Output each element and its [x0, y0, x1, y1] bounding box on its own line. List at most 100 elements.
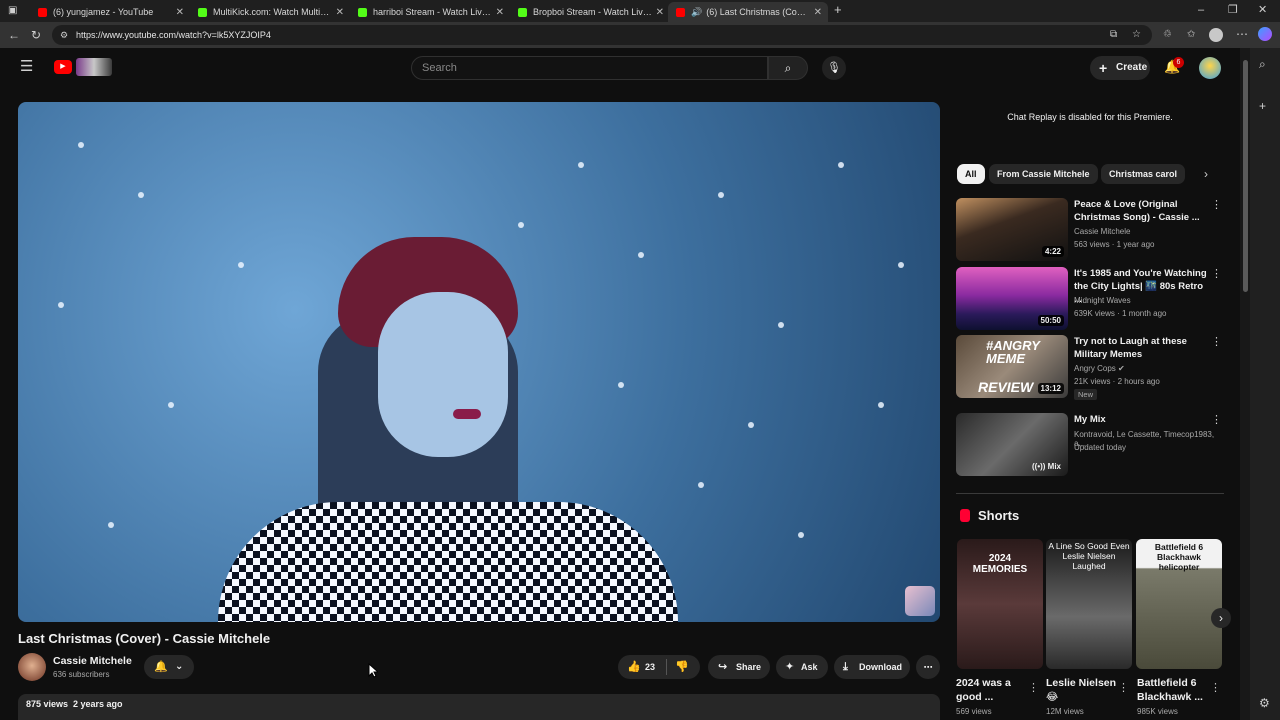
- shorts-next-arrow-icon[interactable]: ›: [1211, 608, 1231, 628]
- more-dots-icon: ⋯: [923, 662, 933, 672]
- chevron-right-icon[interactable]: ›: [1204, 168, 1208, 180]
- short-thumbnail[interactable]: A Line So Good Even Leslie Nielsen Laugh…: [1046, 539, 1132, 669]
- short-title[interactable]: 2024 was a good ...: [956, 676, 1032, 704]
- recommendation-title[interactable]: Try not to Laugh at these Military Memes: [1074, 335, 1212, 361]
- search-icon: ⌕: [784, 61, 792, 75]
- close-tab-icon[interactable]: ✕: [656, 7, 664, 18]
- more-options-icon[interactable]: ⋮: [1211, 413, 1222, 426]
- hamburger-menu-icon[interactable]: ☰: [20, 59, 33, 74]
- short-overlay-text: Battlefield 6 Blackhawk helicopter: [1154, 542, 1204, 572]
- recommendation-channel[interactable]: Midnight Waves: [1074, 296, 1131, 305]
- video-thumbnail[interactable]: 4:22: [956, 198, 1068, 261]
- browser-tab[interactable]: (6) yungjamez - YouTube ✕: [30, 2, 190, 22]
- youtube-logo-icon[interactable]: ▶: [54, 60, 72, 74]
- close-tab-icon[interactable]: ✕: [496, 7, 504, 18]
- recommendation-title[interactable]: Peace & Love (Original Christmas Song) -…: [1074, 198, 1212, 224]
- bookmark-star-icon[interactable]: ☆: [1132, 29, 1141, 41]
- channel-name[interactable]: Cassie Mitchele: [53, 655, 132, 667]
- chip-all[interactable]: All: [957, 164, 985, 184]
- short-thumbnail[interactable]: 2024 MEMORIES: [957, 539, 1043, 669]
- youtube-doodle-logo[interactable]: [76, 58, 112, 76]
- ask-button[interactable]: ✦ Ask: [776, 655, 828, 679]
- back-icon[interactable]: ←: [8, 29, 20, 41]
- short-overlay-text: 2024 MEMORIES: [972, 553, 1028, 575]
- bokeh-light: [108, 522, 114, 528]
- sidebar-add-icon[interactable]: +: [1259, 100, 1266, 112]
- recommendation-item[interactable]: 4:22 Peace & Love (Original Christmas So…: [956, 198, 1226, 262]
- recommendation-item[interactable]: #ANGRY MEME REVIEW 13:12 Try not to Laug…: [956, 335, 1226, 400]
- address-bar[interactable]: ⚙ https://www.youtube.com/watch?v=lk5XYZ…: [52, 25, 1152, 45]
- description-box[interactable]: 875 views 2 years ago: [18, 694, 940, 720]
- video-thumbnail[interactable]: 50:50: [956, 267, 1068, 330]
- browser-tab[interactable]: MultiKick.com: Watch Multiple St ✕: [190, 2, 350, 22]
- download-button[interactable]: ⤓ Download: [834, 655, 910, 679]
- site-info-icon[interactable]: ⚙: [60, 29, 68, 41]
- extensions-icon[interactable]: ♲: [1163, 29, 1172, 41]
- bell-icon: 🔔: [154, 661, 168, 673]
- browser-tab[interactable]: harriboi Stream - Watch Live on K ✕: [350, 2, 510, 22]
- search-placeholder: Search: [422, 62, 457, 74]
- more-menu-icon[interactable]: ⋯: [1236, 28, 1248, 40]
- mix-thumbnail[interactable]: ((•)) Mix: [956, 413, 1068, 476]
- youtube-header: ☰ ▶ Search ⌕ 🎙 + Create 🔔 6: [0, 48, 1240, 88]
- browser-tab-active[interactable]: 🔊 (6) Last Christmas (Cover) - C ✕: [668, 2, 828, 22]
- recommendation-channel[interactable]: Cassie Mitchele: [1074, 227, 1130, 236]
- scrollbar-thumb[interactable]: [1243, 60, 1248, 292]
- bokeh-light: [58, 302, 64, 308]
- video-thumbnail[interactable]: #ANGRY MEME REVIEW 13:12: [956, 335, 1068, 398]
- kick-favicon-icon: [198, 7, 207, 17]
- browser-tab[interactable]: Bropboi Stream - Watch Live on K ✕: [510, 2, 670, 22]
- reload-icon[interactable]: ↻: [31, 29, 41, 41]
- search-button[interactable]: ⌕: [768, 56, 808, 80]
- profile-avatar[interactable]: [1209, 28, 1223, 42]
- like-count[interactable]: 23: [645, 655, 655, 679]
- tab-search-icon[interactable]: ▣: [8, 5, 17, 17]
- account-avatar[interactable]: [1199, 57, 1221, 79]
- recommendation-item[interactable]: 50:50 It's 1985 and You're Watching the …: [956, 267, 1226, 331]
- search-input[interactable]: Search: [411, 56, 768, 80]
- short-overlay-text: A Line So Good Even Leslie Nielsen Laugh…: [1048, 541, 1130, 571]
- close-tab-icon[interactable]: ✕: [814, 7, 822, 18]
- chip-christmas-carol[interactable]: Christmas carol: [1101, 164, 1186, 184]
- video-player[interactable]: [18, 102, 940, 622]
- close-tab-icon[interactable]: ✕: [176, 7, 184, 18]
- upload-age: 2 years ago: [73, 699, 123, 709]
- sidebar-search-icon[interactable]: ⌕: [1259, 58, 1266, 70]
- more-options-icon[interactable]: ⋮: [1210, 682, 1221, 694]
- thumbs-up-icon[interactable]: 👍: [627, 655, 641, 679]
- close-window-icon[interactable]: ✕: [1258, 4, 1267, 16]
- more-actions-button[interactable]: ⋯: [916, 655, 940, 679]
- more-options-icon[interactable]: ⋮: [1211, 198, 1222, 211]
- short-thumbnail[interactable]: Battlefield 6 Blackhawk helicopter: [1136, 539, 1222, 669]
- recommendation-title[interactable]: My Mix: [1074, 413, 1212, 426]
- short-title[interactable]: Battlefield 6 Blackhawk ...: [1137, 676, 1213, 704]
- close-tab-icon[interactable]: ✕: [336, 7, 344, 18]
- short-title[interactable]: Leslie Nielsen 😂: [1046, 676, 1122, 704]
- mouse-cursor-icon: [368, 663, 378, 678]
- more-options-icon[interactable]: ⋮: [1028, 682, 1039, 694]
- subscription-bell-button[interactable]: 🔔 ⌄: [144, 655, 194, 679]
- copilot-icon[interactable]: [1258, 27, 1272, 41]
- create-label: Create: [1116, 62, 1148, 73]
- new-tab-icon[interactable]: +: [834, 3, 842, 16]
- share-button[interactable]: ↪ Share: [708, 655, 770, 679]
- chip-from-channel[interactable]: From Cassie Mitchele: [989, 164, 1098, 184]
- channel-watermark[interactable]: [905, 586, 935, 616]
- maximize-icon[interactable]: ❐: [1228, 4, 1238, 16]
- favorites-icon[interactable]: ✩: [1187, 29, 1195, 41]
- bokeh-light: [798, 532, 804, 538]
- channel-avatar[interactable]: [18, 653, 46, 681]
- more-options-icon[interactable]: ⋮: [1118, 682, 1129, 694]
- sidebar-settings-icon[interactable]: ⚙: [1259, 697, 1270, 709]
- recommendation-channel[interactable]: Angry Cops ✔: [1074, 364, 1125, 373]
- install-app-icon[interactable]: ⧉: [1110, 29, 1117, 41]
- recommendation-item[interactable]: ((•)) Mix My Mix Kontravoid, Le Cassette…: [956, 413, 1226, 477]
- minimize-icon[interactable]: –: [1198, 4, 1204, 16]
- create-button[interactable]: + Create: [1090, 56, 1150, 80]
- more-options-icon[interactable]: ⋮: [1211, 335, 1222, 348]
- short-views: 985K views: [1137, 707, 1178, 716]
- more-options-icon[interactable]: ⋮: [1211, 267, 1222, 280]
- thumbnail-text: REVIEW: [978, 379, 1034, 395]
- voice-search-button[interactable]: 🎙: [822, 56, 846, 80]
- thumbs-down-icon[interactable]: 👎: [675, 655, 689, 679]
